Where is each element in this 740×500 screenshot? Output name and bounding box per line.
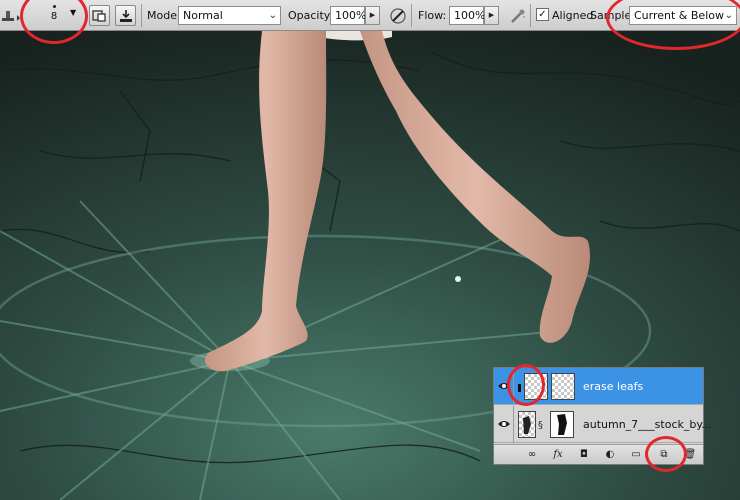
opacity-slider-button[interactable]: ▶ [365,6,380,25]
new-layer-icon[interactable]: ⧉ [656,448,672,462]
layers-panel: erase leafs § autumn_7___stock_by... ∞ f… [493,367,712,465]
adjustment-icon[interactable]: ◐ [602,448,618,462]
clone-source-icon [91,9,106,22]
mask-icon[interactable]: ◘ [576,448,592,462]
sample-value: Current & Below [634,9,724,22]
options-bar: 8 ▼ Mode: Normal ⌄ Opacity: 100% ▶ Flow:… [0,0,740,31]
flow-field[interactable]: 100% [449,6,485,25]
group-icon[interactable]: ▭ [628,448,644,462]
mode-value: Normal [183,9,223,22]
sparkle [455,276,461,282]
airbrush-icon [510,9,525,23]
aligned-label: Aligned [552,9,594,22]
layer-mask-thumbnail[interactable] [550,411,574,438]
aligned-checkbox[interactable]: ✓ [536,8,549,21]
mode-label: Mode: [147,9,181,22]
flow-label: Flow: [418,9,447,22]
brush-icon [518,384,521,392]
mode-select[interactable]: Normal ⌄ [178,6,281,25]
brush-panel-icon [119,9,132,22]
tablet-pressure-icon [389,7,406,24]
toggle-brush-panel-button[interactable] [115,5,136,26]
brush-size-value: 8 [50,11,58,22]
link-icon[interactable]: ∞ [524,448,540,462]
layer-thumbnail[interactable] [524,373,548,400]
clone-stamp-tool-icon[interactable] [0,5,26,26]
brush-tip-icon [52,5,56,8]
eye-icon[interactable] [497,380,511,392]
fx-icon[interactable]: fx [550,448,566,462]
divider [513,406,514,443]
layer-name[interactable]: erase leafs [583,380,643,393]
clone-source-panel-button[interactable] [89,5,110,26]
layers-footer: ∞ fx ◘ ◐ ▭ ⧉ 🗑 [494,444,703,464]
layer-name[interactable]: autumn_7___stock_by... [583,418,712,431]
flow-slider-button[interactable]: ▶ [484,6,499,25]
chevron-down-icon: ⌄ [724,10,733,21]
opacity-field[interactable]: 100% [330,6,366,25]
toolbar-divider [141,4,142,27]
pressure-opacity-button[interactable] [387,5,408,26]
divider [513,368,514,405]
opacity-label: Opacity: [288,9,334,22]
layer-mask-thumbnail[interactable] [551,373,575,400]
toolbar-divider [530,4,531,27]
toolbar-divider [411,4,412,27]
brush-dropdown-arrow-icon[interactable]: ▼ [70,8,76,17]
brush-preset-picker[interactable]: 8 [38,1,70,30]
layer-row-autumn-stock[interactable]: § autumn_7___stock_by... [494,406,712,443]
eye-icon[interactable] [497,418,511,430]
sample-select[interactable]: Current & Below ⌄ [629,6,737,25]
link-icon[interactable]: § [538,420,543,431]
airbrush-button[interactable] [507,5,528,26]
trash-icon[interactable]: 🗑 [682,448,698,462]
layer-thumbnail[interactable] [518,411,536,438]
layer-row-erase-leafs[interactable]: erase leafs [494,368,703,405]
chevron-down-icon: ⌄ [268,10,277,21]
